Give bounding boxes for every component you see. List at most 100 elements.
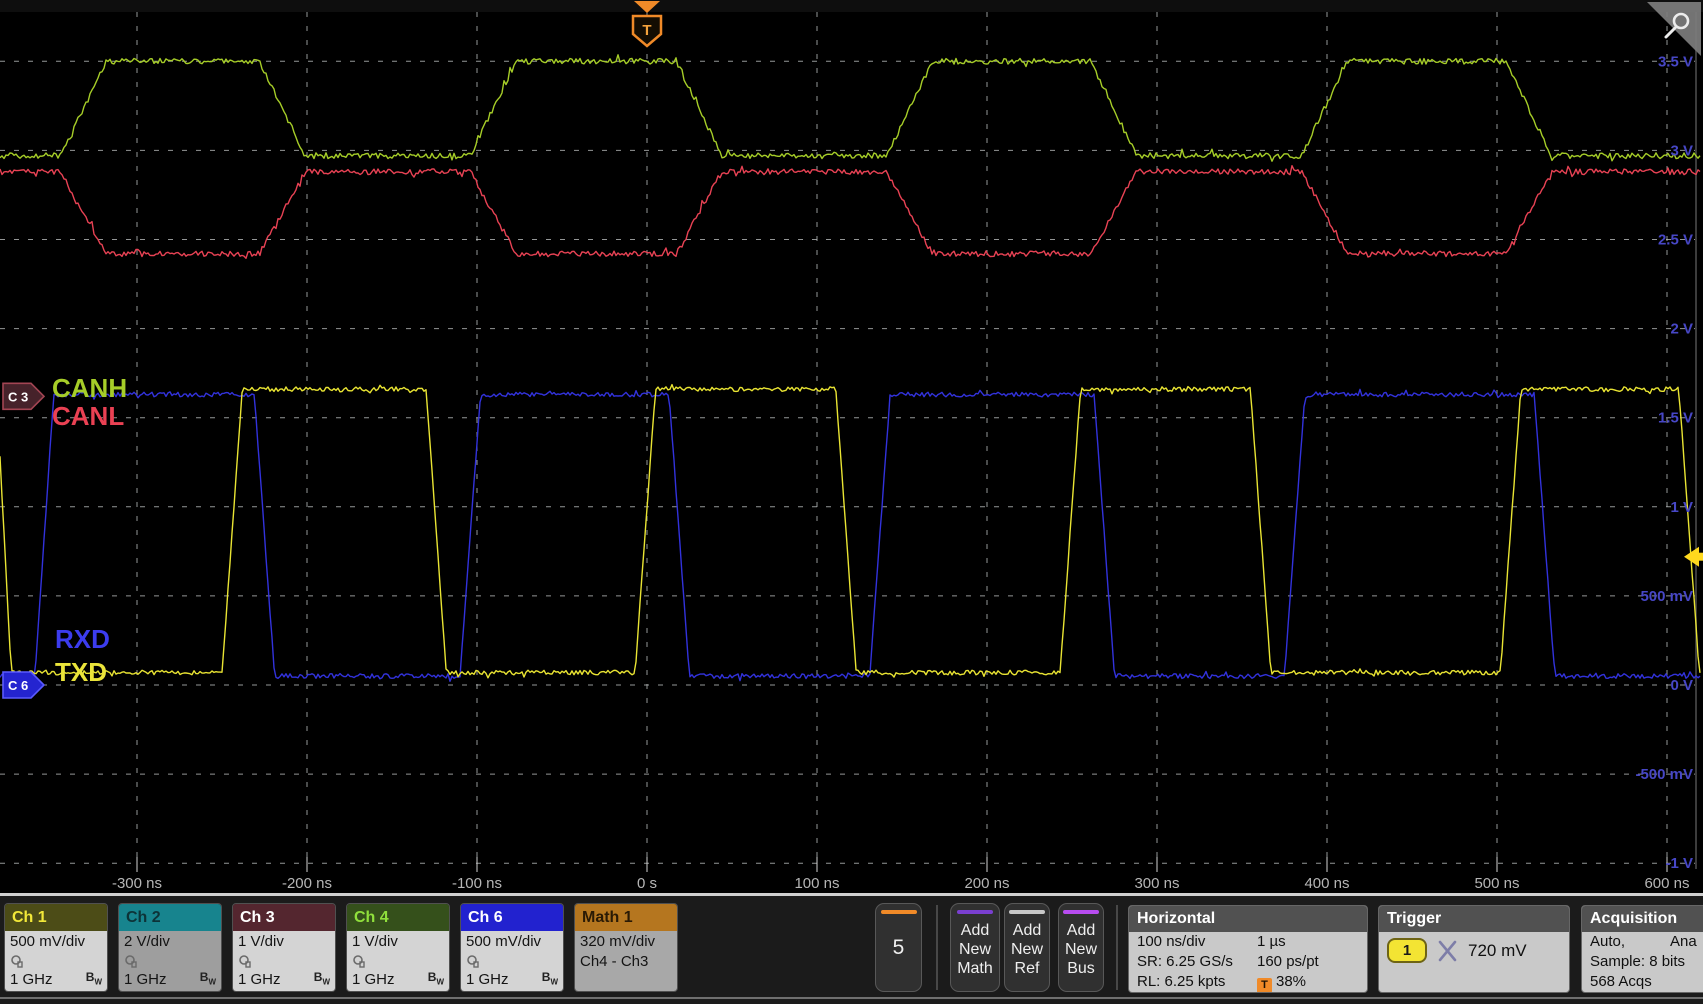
acquisition-panel[interactable]: Acquisition Auto, Ana Sample: 8 bits 568…	[1581, 905, 1703, 993]
channel-bandwidth: 1 GHz	[466, 970, 509, 990]
channel-settings: 500 mV/div1 GHzBW	[461, 931, 563, 992]
channel-scale: 2 V/div	[124, 932, 216, 952]
probe-icon	[352, 954, 366, 968]
probe-icon	[466, 954, 480, 968]
math-source-row: Ch4 - Ch3	[580, 952, 672, 970]
x-axis-label: 0 s	[637, 875, 657, 892]
channel-scale: 1 V/div	[238, 932, 330, 952]
horizontal-panel[interactable]: Horizontal 100 ns/div 1 µs SR: 6.25 GS/s…	[1128, 905, 1368, 993]
add-new-bus-label: Add New Bus	[1059, 922, 1103, 979]
top-strip	[0, 0, 1703, 12]
toolbar-divider	[1116, 905, 1118, 990]
either-edge-icon	[1436, 939, 1459, 963]
trigger-panel[interactable]: Trigger 1 720 mV	[1378, 905, 1570, 993]
add-new-ref-button[interactable]: Add New Ref	[1004, 903, 1050, 992]
channel-name: Ch 6	[461, 904, 563, 931]
channel-scale: 1 V/div	[352, 932, 444, 952]
horizontal-scale: 100 ns/div	[1137, 933, 1205, 950]
add-new-ref-label: Add New Ref	[1005, 922, 1049, 979]
channel-name: Ch 4	[347, 904, 449, 931]
channel-bandwidth: 1 GHz	[10, 970, 53, 990]
acquisition-panel-title: Acquisition	[1582, 906, 1703, 932]
x-axis-label: 500 ns	[1474, 875, 1519, 892]
channel-settings: 320 mV/divCh4 - Ch3	[575, 931, 677, 992]
y-axis-label: 500 mV	[1640, 588, 1693, 605]
record-length: RL: 6.25 kpts	[1137, 973, 1225, 990]
bandwidth-limit-icon: BW	[200, 967, 216, 992]
y-axis-label: 1 V	[1670, 499, 1693, 516]
channel-badge-math1[interactable]: Math 1320 mV/divCh4 - Ch3	[574, 903, 678, 992]
channel-settings: 500 mV/div 1 GHz BW	[5, 931, 107, 992]
x-axis-label: 600 ns	[1644, 875, 1689, 892]
bandwidth-row: 1 GHzBW	[238, 970, 330, 990]
five-accent-bar	[881, 910, 917, 914]
channel-badge-ch3[interactable]: Ch 31 V/div 1 GHzBW	[232, 903, 336, 992]
bandwidth-limit-icon: BW	[428, 967, 444, 992]
waveform-display[interactable]: -300 ns -200 ns -100 ns 0 s 100 ns 200 ns 300 …	[0, 0, 1703, 893]
channel-bandwidth: 1 GHz	[238, 970, 281, 990]
add-new-bus-button[interactable]: Add New Bus	[1058, 903, 1104, 992]
trigger-level-readout: 720 mV	[1468, 941, 1527, 961]
channel-badge-ch2[interactable]: Ch 22 V/div 1 GHz BW	[118, 903, 222, 992]
trace-label-txd: TXD	[55, 657, 107, 687]
x-axis-label: -200 ns	[282, 875, 332, 892]
channel-name: Ch 2	[119, 904, 221, 931]
channel-scale: 500 mV/div	[10, 932, 102, 952]
ref-accent-bar	[1009, 910, 1045, 914]
y-axis-label: 3 V	[1670, 142, 1693, 159]
x-axis-label: -300 ns	[112, 875, 162, 892]
bandwidth-limit-icon: BW	[86, 967, 102, 992]
trigger-position-icon: T	[1257, 978, 1272, 993]
probe-icon	[10, 954, 24, 968]
channel-name: Ch 3	[233, 904, 335, 931]
bandwidth-row: 1 GHz BW	[352, 970, 444, 990]
bandwidth-row: 1 GHz BW	[10, 970, 102, 990]
waveform-plot[interactable]: -300 ns -200 ns -100 ns 0 s 100 ns 200 ns 300 …	[0, 0, 1703, 893]
probe-icon	[124, 954, 138, 968]
trace-label-rxd: RXD	[55, 624, 110, 654]
bus-accent-bar	[1063, 910, 1099, 914]
channel-bandwidth: 1 GHz	[124, 970, 167, 990]
add-new-math-label: Add New Math	[951, 922, 999, 979]
y-axis-label: 2.5 V	[1658, 232, 1693, 249]
bandwidth-row: 1 GHz BW	[124, 970, 216, 990]
channel-badge-ch6[interactable]: Ch 6500 mV/div1 GHzBW	[460, 903, 564, 992]
x-axis-label: 100 ns	[794, 875, 839, 892]
channel-settings: 1 V/div 1 GHzBW	[233, 931, 335, 992]
sample-rate: SR: 6.25 GS/s	[1137, 953, 1233, 970]
plot-background	[0, 0, 1703, 893]
y-axis-label: 1.5 V	[1658, 410, 1693, 427]
y-axis-label: 3.5 V	[1658, 53, 1693, 70]
horizontal-panel-title: Horizontal	[1129, 906, 1367, 932]
trace-label-canl: CANL	[52, 401, 124, 431]
y-axis-label: 2 V	[1670, 321, 1693, 338]
channel-badge-ch4[interactable]: Ch 41 V/div 1 GHz BW	[346, 903, 450, 992]
five-label: 5	[876, 936, 921, 960]
acquisition-mode: Auto,	[1590, 933, 1625, 950]
acquisition-sample-bits: Sample: 8 bits	[1590, 953, 1685, 970]
trigger-panel-title: Trigger	[1379, 906, 1569, 932]
horizontal-window: 1 µs	[1257, 932, 1286, 952]
x-axis-label: 200 ns	[964, 875, 1009, 892]
channel-badge-ch1[interactable]: Ch 1500 mV/div1 GHzBW	[4, 903, 108, 992]
acquisition-analyze: Ana	[1670, 932, 1697, 952]
add-new-math-button[interactable]: Add New Math	[950, 903, 1000, 992]
sample-interval: 160 ps/pt	[1257, 952, 1319, 972]
trace-label-canh: CANH	[52, 373, 127, 403]
callout-5-button[interactable]: 5	[875, 903, 922, 992]
channel-settings: 1 V/div 1 GHz BW	[347, 931, 449, 992]
trigger-source-badge: 1	[1387, 938, 1427, 963]
oscilloscope-screen: -300 ns -200 ns -100 ns 0 s 100 ns 200 ns 300 …	[0, 0, 1703, 1004]
trigger-position-readout: T 38%	[1257, 972, 1306, 993]
channel-name: Math 1	[575, 904, 677, 931]
channel-scale: 500 mV/div	[466, 932, 558, 952]
probe-icon	[238, 954, 252, 968]
channel-settings: 2 V/div 1 GHz BW	[119, 931, 221, 992]
channel-bandwidth: 1 GHz	[352, 970, 395, 990]
trigger-position-percent: 38%	[1276, 973, 1306, 990]
x-axis-label: 400 ns	[1304, 875, 1349, 892]
x-axis-label: -100 ns	[452, 875, 502, 892]
marker-label: C 6	[8, 678, 28, 693]
trigger-flag-letter: T	[642, 22, 651, 39]
x-axis-label: 300 ns	[1134, 875, 1179, 892]
